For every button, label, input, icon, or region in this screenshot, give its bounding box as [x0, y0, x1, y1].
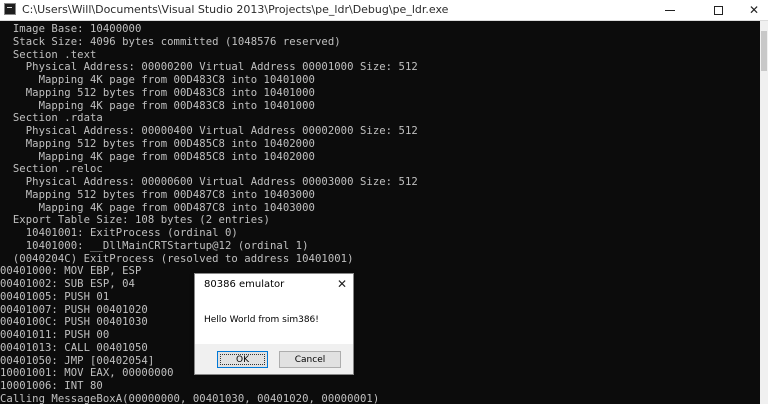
cancel-button[interactable]: Cancel: [279, 351, 341, 368]
console-line: Mapping 4K page from 00D483C8 into 10401…: [0, 74, 315, 86]
console-line: Mapping 512 bytes from 00D483C8 into 104…: [0, 86, 315, 99]
minimize-icon: [665, 9, 675, 11]
console-line: Mapping 4K page from 00D487C8 into 10403…: [0, 201, 315, 214]
console-line: 10401000: __DllMainCRTStartup@12 (ordina…: [0, 239, 309, 252]
dialog-close-button[interactable]: ✕: [334, 276, 350, 292]
scrollbar-thumb[interactable]: [761, 31, 767, 71]
cancel-button-label: Cancel: [294, 354, 326, 365]
window-title: C:\Users\Will\Documents\Visual Studio 20…: [22, 3, 449, 16]
console-line: 10401001: ExitProcess (ordinal 0): [0, 227, 238, 239]
maximize-icon: [713, 5, 723, 15]
console-line: Physical Address: 00000600 Virtual Addre…: [0, 176, 418, 188]
close-icon: ✕: [336, 277, 348, 291]
console-line: Calling MessageBoxA(00000000, 00401030, …: [0, 392, 380, 404]
console-line: Export Table Size: 108 bytes (2 entries): [0, 214, 270, 227]
console-line: Mapping 4K page from 00D485C8 into 10402…: [0, 150, 315, 163]
dialog-button-bar: OK Cancel: [195, 344, 353, 374]
close-icon: ✕: [748, 3, 760, 17]
dialog-title: 80386 emulator: [204, 279, 285, 290]
console-line: Section .text: [0, 48, 97, 61]
console-line: Section .rdata: [0, 112, 103, 125]
minimize-button[interactable]: [650, 0, 690, 20]
focus-rectangle: [220, 354, 265, 365]
console-line: Stack Size: 4096 bytes committed (104857…: [0, 35, 341, 48]
ok-button[interactable]: OK: [217, 351, 268, 368]
console-line: (0040204C) ExitProcess (resolved to addr…: [0, 252, 354, 265]
close-button[interactable]: ✕: [740, 0, 768, 20]
maximize-button[interactable]: [698, 0, 738, 20]
console-output[interactable]: Image Base: 10400000 Stack Size: 4096 by…: [0, 21, 760, 404]
title-bar: C:\Users\Will\Documents\Visual Studio 20…: [0, 0, 768, 21]
console-scrollbar[interactable]: [760, 21, 768, 404]
console-line: Mapping 512 bytes from 00D485C8 into 104…: [0, 137, 315, 150]
dialog-message: Hello World from sim386!: [204, 315, 319, 325]
console-line: Physical Address: 00000200 Virtual Addre…: [0, 61, 418, 74]
message-box-dialog: 80386 emulator ✕ Hello World from sim386…: [194, 273, 354, 375]
console-line: Section .reloc: [0, 163, 103, 176]
console-line: Mapping 512 bytes from 00D487C8 into 104…: [0, 188, 315, 201]
console-app-icon: [4, 3, 16, 15]
console-line: Image Base: 10400000: [0, 23, 142, 35]
console-line: Mapping 4K page from 00D483C8 into 10401…: [0, 99, 315, 112]
console-line: Physical Address: 00000400 Virtual Addre…: [0, 125, 418, 137]
console-line: 10001006: INT 80: [0, 380, 103, 392]
